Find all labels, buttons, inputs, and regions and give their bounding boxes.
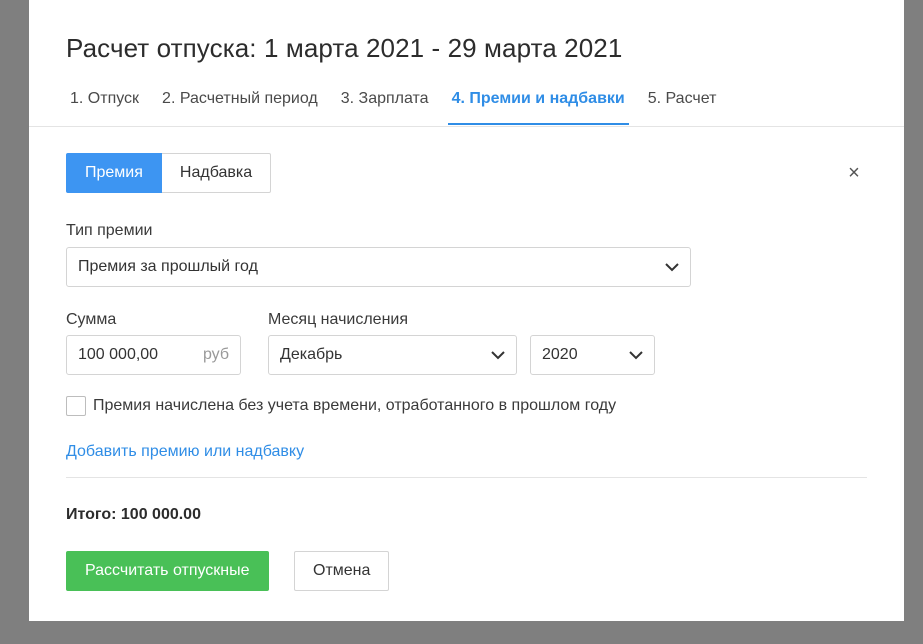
close-icon[interactable]: × bbox=[846, 160, 862, 186]
month-value: Декабрь bbox=[280, 346, 343, 363]
dialog-title: Расчет отпуска: 1 марта 2021 - 29 марта … bbox=[66, 33, 623, 63]
amount-input[interactable]: 100 000,00 руб bbox=[66, 335, 241, 375]
bonus-type-label: Тип премии bbox=[66, 222, 153, 239]
cancel-button[interactable]: Отмена bbox=[294, 551, 390, 591]
accrual-month-label: Месяц начисления bbox=[268, 311, 409, 328]
calculate-vacation-button[interactable]: Рассчитать отпускные bbox=[66, 551, 269, 591]
chevron-down-icon bbox=[665, 260, 679, 274]
chevron-down-icon bbox=[629, 348, 643, 362]
bonus-type-toggle: Премия Надбавка bbox=[66, 153, 272, 193]
amount-label: Сумма bbox=[66, 311, 117, 328]
year-value: 2020 bbox=[542, 346, 578, 363]
amount-value: 100 000,00 bbox=[78, 346, 159, 363]
ignore-worked-time-label[interactable]: Премия начислена без учета времени, отра… bbox=[93, 397, 616, 415]
step-tabs: 1. Отпуск 2. Расчетный период 3. Зарплат… bbox=[66, 78, 904, 127]
tab-calculation[interactable]: 5. Расчет bbox=[644, 78, 721, 125]
year-select[interactable]: 2020 bbox=[530, 335, 655, 375]
bonus-type-select[interactable]: Премия за прошлый год bbox=[66, 247, 691, 287]
tab-bonuses-allowances[interactable]: 4. Премии и надбавки bbox=[447, 78, 629, 125]
tab-salary[interactable]: 3. Зарплата bbox=[337, 78, 433, 125]
tab-vacation[interactable]: 1. Отпуск bbox=[66, 78, 143, 125]
add-bonus-link[interactable]: Добавить премию или надбавку bbox=[66, 443, 304, 461]
bonus-type-value: Премия за прошлый год bbox=[78, 258, 258, 275]
tab-calculation-period[interactable]: 2. Расчетный период bbox=[158, 78, 322, 125]
bonus-toggle-button[interactable]: Премия bbox=[66, 153, 162, 193]
chevron-down-icon bbox=[491, 348, 505, 362]
month-select[interactable]: Декабрь bbox=[268, 335, 517, 375]
vacation-calculation-dialog: Расчет отпуска: 1 марта 2021 - 29 марта … bbox=[29, 0, 904, 621]
total-amount: Итого: 100 000.00 bbox=[66, 506, 201, 523]
currency-suffix: руб bbox=[202, 346, 229, 363]
allowance-toggle-button[interactable]: Надбавка bbox=[161, 153, 272, 193]
tabs-divider bbox=[29, 126, 904, 127]
summary-divider bbox=[66, 477, 867, 478]
ignore-worked-time-checkbox[interactable] bbox=[66, 396, 86, 416]
